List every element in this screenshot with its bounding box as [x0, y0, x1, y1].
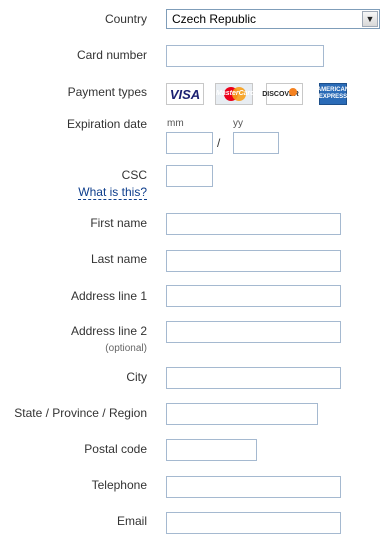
address-line-2-label: Address line 2: [70, 324, 147, 338]
visa-card-icon: VISA: [166, 83, 204, 105]
address-line-1-input[interactable]: [166, 285, 341, 307]
first-name-input[interactable]: [166, 213, 341, 235]
state-label: State / Province / Region: [14, 406, 147, 420]
expiration-month-input[interactable]: [166, 132, 213, 154]
first-name-label: First name: [90, 216, 147, 230]
city-label: City: [126, 370, 147, 384]
city-input[interactable]: [166, 367, 341, 389]
expiration-year-input[interactable]: [233, 132, 279, 154]
expiration-label: Expiration date: [66, 117, 147, 131]
telephone-label: Telephone: [91, 478, 147, 492]
state-input[interactable]: [166, 403, 318, 425]
address-line-2-optional-note: (optional): [105, 343, 147, 354]
csc-help-link[interactable]: What is this?: [78, 185, 147, 200]
country-selected-value: Czech Republic: [172, 12, 257, 26]
card-number-label: Card number: [76, 48, 147, 62]
last-name-label: Last name: [90, 252, 147, 266]
address-line-2-input[interactable]: [166, 321, 341, 343]
amex-card-icon: AMERICAN EXPRESS: [317, 83, 349, 105]
chevron-down-icon[interactable]: ▼: [362, 11, 378, 27]
payment-types-label: Payment types: [67, 85, 147, 99]
address-line-1-label: Address line 1: [70, 289, 147, 303]
country-select[interactable]: Czech Republic ▼: [166, 9, 380, 29]
telephone-input[interactable]: [166, 476, 341, 498]
last-name-input[interactable]: [166, 250, 341, 272]
mm-label: mm: [167, 118, 184, 129]
country-label: Country: [104, 12, 147, 26]
mastercard-card-icon: MasterCard: [215, 83, 255, 105]
postal-code-input[interactable]: [166, 439, 257, 461]
postal-code-label: Postal code: [84, 442, 147, 456]
csc-input[interactable]: [166, 165, 213, 187]
yy-label: yy: [233, 118, 243, 129]
email-input[interactable]: [166, 512, 341, 534]
csc-label: CSC: [121, 168, 147, 182]
expiration-separator: /: [217, 136, 221, 150]
card-number-input[interactable]: [166, 45, 324, 67]
email-label: Email: [116, 514, 147, 528]
discover-card-icon: DISCOVER: [262, 83, 303, 105]
